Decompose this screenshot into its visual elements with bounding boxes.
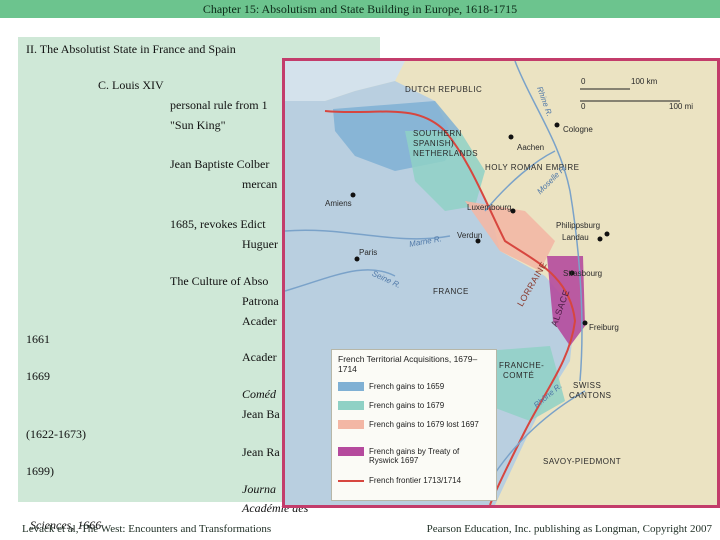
outline-text-culture: The Culture of Abso (170, 274, 269, 288)
label-dutch-republic: DUTCH REPUBLIC (405, 85, 483, 94)
label-cologne: Cologne (563, 125, 593, 134)
legend-item-gains-1659: French gains to 1659 (338, 382, 479, 391)
legend-item-ryswick: French gains by Treaty of Ryswick 1697 (338, 447, 479, 465)
scale-label-km: 100 km (631, 77, 658, 86)
legend-title: French Territorial Acquisitions, 1679–17… (338, 354, 478, 374)
label-paris: Paris (359, 248, 378, 257)
label-franche-comte-2: COMTÉ (503, 371, 535, 380)
outline-text-academy-1: Acader (242, 314, 277, 328)
legend-swatch-1659 (338, 382, 364, 391)
label-swiss-2: CANTONS (569, 391, 612, 400)
outline-text-huguenots: Huguer (242, 237, 278, 251)
legend-swatch-frontier (338, 480, 364, 482)
outline-text-moliere-years: (1622-1673) (26, 427, 86, 441)
legend-swatch-1679 (338, 401, 364, 410)
outline-text-journal: Journa (242, 482, 276, 496)
outline-text-mercantilism: mercan (242, 177, 278, 191)
legend-item-gains-1679: French gains to 1679 (338, 401, 479, 410)
city-marker-freiburg (582, 320, 588, 326)
label-aachen: Aachen (517, 143, 545, 152)
legend-swatch-ryswick (338, 447, 364, 456)
legend-label-1679: French gains to 1679 (369, 401, 445, 410)
label-landau: Landau (562, 233, 589, 242)
outline-text-sun-king: "Sun King" (170, 118, 226, 132)
city-marker-amiens (350, 192, 356, 198)
label-franche-comte-1: FRANCHE- (499, 361, 545, 370)
city-marker-aachen (508, 134, 514, 140)
label-france: FRANCE (433, 287, 469, 296)
city-marker-philippsburg (604, 231, 610, 237)
outline-text-1661: 1661 (26, 332, 50, 346)
section-heading: II. The Absolutist State in France and S… (26, 42, 236, 56)
legend-item-frontier: French frontier 1713/1714 (338, 476, 479, 485)
label-southern-netherlands-3: NETHERLANDS (413, 149, 479, 158)
label-philippsburg: Philippsburg (556, 221, 601, 230)
label-southern-netherlands-1: SOUTHERN (413, 129, 462, 138)
slide-title: Chapter 15: Absolutism and State Buildin… (0, 0, 720, 18)
label-swiss-1: SWISS (573, 381, 602, 390)
legend-label-frontier: French frontier 1713/1714 (369, 476, 462, 485)
outline-text-1669: 1669 (26, 369, 50, 383)
footer-copyright: Pearson Education, Inc. publishing as Lo… (426, 523, 712, 535)
legend-label-lost-1697: French gains to 1679 lost 1697 (369, 420, 479, 429)
footer-citation: Levack et al, The West: Encounters and T… (22, 523, 272, 535)
scale-label-mi: 100 mi (669, 102, 694, 111)
label-amiens: Amiens (325, 199, 352, 208)
city-marker-landau (597, 236, 603, 242)
outline-text-edict: 1685, revokes Edict (170, 217, 266, 231)
label-southern-netherlands-2: SPANISH) (413, 139, 455, 148)
outline-text-comedie: Coméd (242, 387, 276, 401)
label-freiburg: Freiburg (589, 323, 619, 332)
legend-label-1659: French gains to 1659 (369, 382, 445, 391)
outline-text-academy-2: Acader (242, 350, 277, 364)
legend-label-ryswick: French gains by Treaty of Ryswick 1697 (369, 447, 460, 465)
label-savoy: SAVOY-PIEDMONT (543, 457, 622, 466)
label-strasbourg: Strasbourg (563, 269, 603, 278)
city-marker-paris (354, 256, 360, 262)
outline-text-racine-end: 1699) (26, 464, 54, 478)
scale-label-zero-top: 0 (581, 77, 586, 86)
city-marker-cologne (554, 122, 560, 128)
legend-item-lost-1697: French gains to 1679 lost 1697 (338, 420, 479, 429)
legend-swatch-lost-1697 (338, 420, 364, 429)
outline-text-patronage: Patrona (242, 294, 279, 308)
label-verdun: Verdun (457, 231, 483, 240)
scale-label-zero-bottom: 0 (581, 102, 586, 111)
outline-text-jean-ba: Jean Ba (242, 407, 280, 421)
label-luxembourg: Luxembourg (467, 203, 512, 212)
subsection-heading: C. Louis XIV (98, 78, 164, 92)
outline-text-jean-ra: Jean Ra (242, 445, 280, 459)
territorial-map: DUTCH REPUBLIC Rhine R. SOUTHERN SPANISH… (282, 58, 720, 508)
outline-text-personal-rule: personal rule from 1 (170, 98, 268, 112)
map-legend: French Territorial Acquisitions, 1679–17… (331, 349, 497, 501)
outline-text-colbert: Jean Baptiste Colber (170, 157, 270, 171)
